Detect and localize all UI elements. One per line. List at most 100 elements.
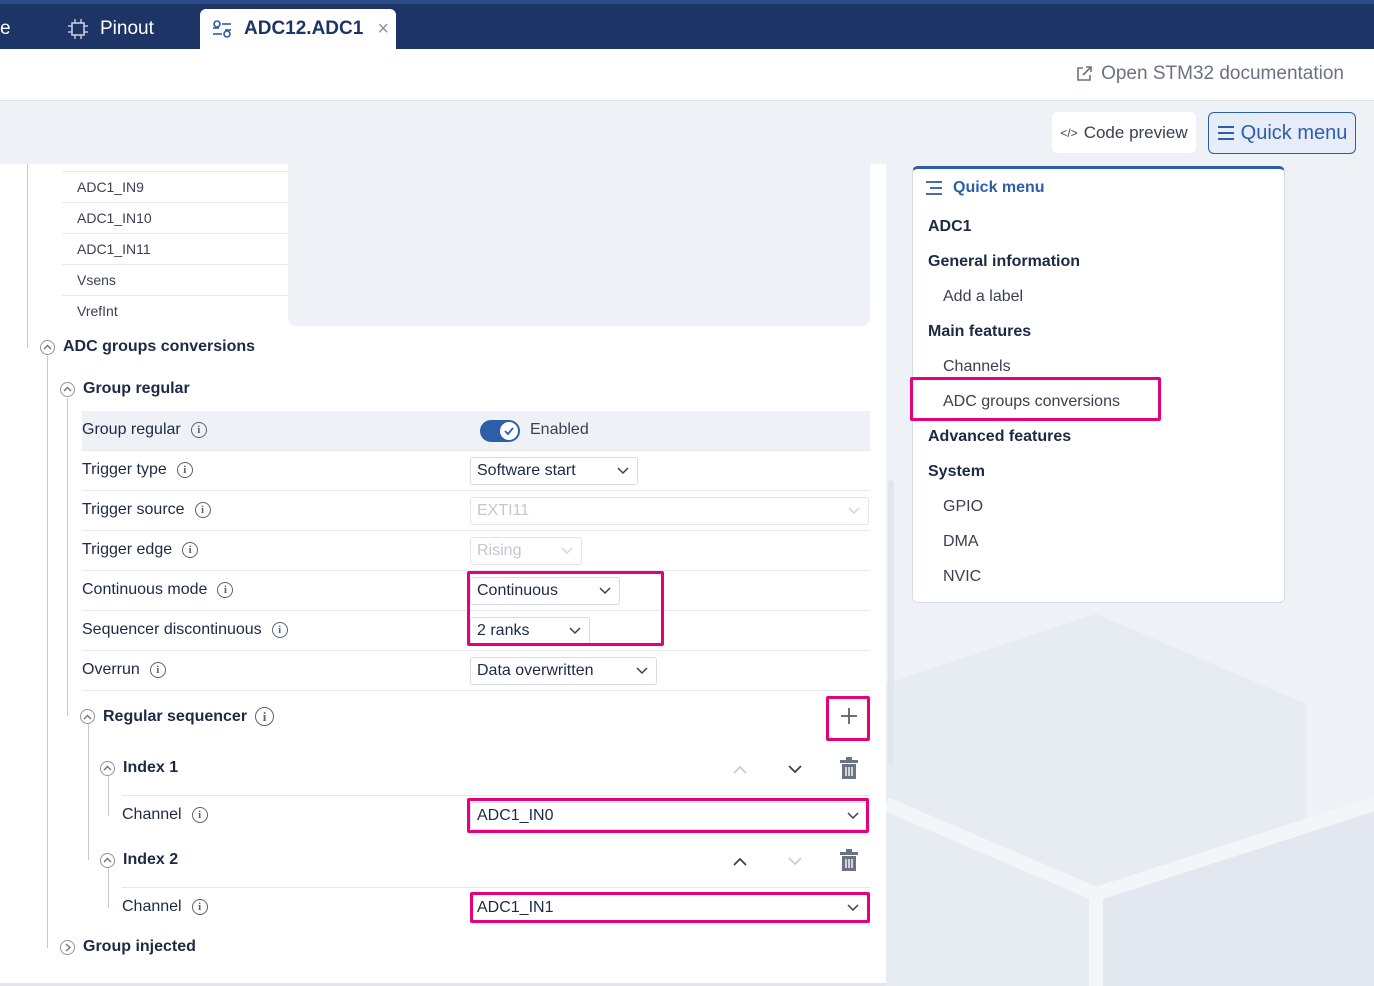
tree-line: [67, 398, 68, 716]
tab-adc12-adc1[interactable]: ADC12.ADC1 ×: [200, 9, 396, 49]
config-icon: [213, 20, 231, 38]
param-label: Channel: [122, 806, 182, 823]
tab-pinout-label: Pinout: [100, 18, 154, 39]
section-adc-groups[interactable]: ADC groups conversions: [40, 338, 255, 356]
info-icon[interactable]: i: [176, 462, 193, 478]
code-icon: </>: [1060, 125, 1078, 140]
move-down-button[interactable]: [787, 762, 803, 780]
close-icon[interactable]: ×: [377, 18, 389, 41]
param-label: Trigger source: [82, 501, 185, 518]
collapse-icon[interactable]: [100, 760, 115, 776]
qm-item-channels[interactable]: Channels: [943, 358, 1011, 376]
qm-item-advanced-features[interactable]: Advanced features: [928, 428, 1071, 446]
code-preview-label: Code preview: [1083, 122, 1188, 142]
param-row-trigger-type: Trigger type i Software start: [82, 451, 870, 491]
channel-list-item[interactable]: ADC1_IN11: [62, 233, 288, 264]
chevron-down-icon: [788, 765, 802, 774]
info-icon[interactable]: i: [191, 899, 208, 915]
info-icon[interactable]: i: [182, 542, 199, 558]
section-group-injected-label: Group injected: [83, 938, 196, 955]
section-regular-sequencer-label: Regular sequencer: [103, 707, 248, 725]
trigger-edge-select: Rising: [470, 537, 582, 565]
collapse-icon[interactable]: [60, 381, 75, 397]
highlight-box: [910, 377, 1161, 421]
delete-index-button[interactable]: [839, 849, 859, 876]
chevron-up-icon: [733, 857, 747, 866]
param-row-trigger-edge: Trigger edge i Rising: [82, 531, 870, 571]
scrollbar-thumb[interactable]: [888, 480, 894, 765]
section-regular-sequencer[interactable]: Regular sequencer i: [80, 707, 275, 726]
info-icon[interactable]: i: [190, 422, 207, 438]
qm-item-general-information[interactable]: General information: [928, 253, 1080, 271]
tab-partial-label: e: [0, 18, 11, 39]
quick-menu-button[interactable]: Quick menu: [1208, 112, 1356, 154]
tab-adc12-adc1-label: ADC12.ADC1: [244, 18, 364, 39]
param-label: Continuous mode: [82, 581, 208, 598]
channel-list-item[interactable]: Vsens: [62, 264, 288, 295]
param-label: Group regular: [82, 421, 181, 438]
param-label: Trigger edge: [82, 541, 173, 558]
section-group-injected[interactable]: Group injected: [60, 938, 196, 956]
chip-icon: [68, 19, 88, 39]
move-up-button: [732, 762, 748, 780]
qm-item-system[interactable]: System: [928, 463, 985, 481]
tree-line: [27, 164, 28, 348]
param-row-trigger-source: Trigger source i EXTI11: [82, 491, 870, 531]
check-icon: [504, 427, 514, 436]
channel-list-item[interactable]: VrefInt: [62, 295, 288, 326]
move-up-button[interactable]: [732, 854, 748, 872]
qm-item-dma[interactable]: DMA: [943, 533, 979, 551]
qm-item-nvic[interactable]: NVIC: [943, 568, 981, 586]
channel-list-item[interactable]: ADC1_IN10: [62, 202, 288, 233]
qm-item-add-label[interactable]: Add a label: [943, 288, 1023, 306]
trash-icon: [840, 757, 858, 779]
info-icon[interactable]: i: [271, 622, 288, 638]
overrun-select[interactable]: Data overwritten: [470, 657, 657, 685]
chevron-down-icon: [848, 498, 860, 533]
chevron-down-icon: [561, 538, 573, 573]
chevron-down-icon: [788, 857, 802, 866]
info-icon[interactable]: i: [255, 707, 275, 726]
trigger-type-select[interactable]: Software start: [470, 457, 638, 485]
info-icon[interactable]: i: [194, 502, 211, 518]
tab-partial[interactable]: e: [0, 9, 11, 49]
highlight-box: [467, 571, 664, 646]
section-index-2[interactable]: Index 2: [100, 851, 178, 869]
qm-item-gpio[interactable]: GPIO: [943, 498, 983, 516]
channel-list-item[interactable]: ADC1_IN9: [62, 171, 288, 202]
collapse-icon[interactable]: [80, 709, 95, 724]
collapse-icon[interactable]: [40, 339, 55, 355]
add-index-button[interactable]: [839, 706, 859, 731]
group-regular-toggle[interactable]: [480, 420, 520, 442]
info-icon[interactable]: i: [191, 807, 208, 823]
trash-icon: [840, 849, 858, 871]
chevron-down-icon: [636, 658, 648, 693]
tab-pinout[interactable]: Pinout: [66, 9, 154, 49]
code-preview-button[interactable]: </> Code preview: [1052, 112, 1196, 153]
info-icon[interactable]: i: [149, 662, 166, 678]
param-label: Overrun: [82, 661, 140, 678]
info-icon[interactable]: i: [217, 582, 234, 598]
open-documentation-link[interactable]: Open STM32 documentation: [1075, 63, 1344, 85]
highlight-box: [467, 798, 869, 833]
group-regular-status: Enabled: [530, 421, 589, 438]
move-down-button: [787, 854, 803, 872]
highlight-box: [470, 892, 870, 923]
section-group-regular[interactable]: Group regular: [60, 380, 190, 398]
chevron-down-icon: [617, 458, 629, 493]
quick-menu-label: Quick menu: [1240, 121, 1348, 144]
collapse-icon[interactable]: [100, 852, 115, 868]
expand-icon[interactable]: [60, 939, 75, 955]
trigger-type-value: Software start: [477, 462, 576, 479]
menu-icon: [926, 181, 942, 195]
tab-bar-topline: [0, 0, 1374, 4]
trigger-source-select: EXTI11: [470, 497, 869, 525]
qm-item-main-features[interactable]: Main features: [928, 323, 1031, 341]
tree-line: [47, 356, 48, 948]
param-label: Sequencer discontinuous: [82, 621, 262, 638]
delete-index-button[interactable]: [839, 757, 859, 784]
section-index-1[interactable]: Index 1: [100, 759, 178, 777]
tree-line: [88, 724, 89, 860]
qm-item-adc1[interactable]: ADC1: [928, 218, 972, 236]
toolbar: </> Code preview Quick menu: [0, 101, 1374, 164]
